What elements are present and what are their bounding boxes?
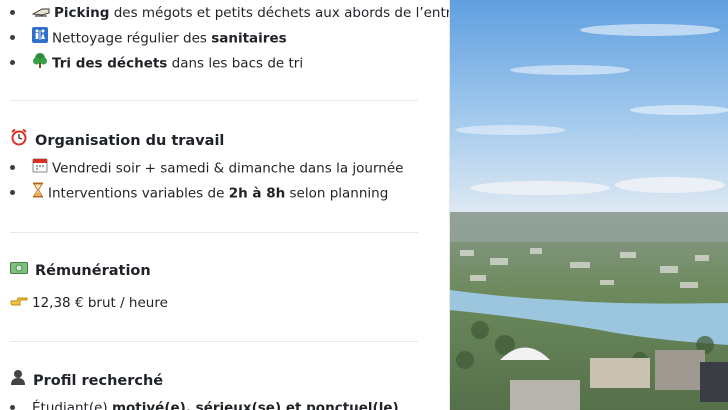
job-description-panel: Picking des mégots et petits déchets aux… <box>0 0 449 410</box>
interventions-hours: 2h à 8h <box>228 185 286 202</box>
section-heading: Organisation du travail <box>10 128 224 152</box>
profil-pre: Étudiant(e) <box>32 400 112 410</box>
bullet-dot <box>10 190 15 195</box>
bullet-dot <box>10 165 15 170</box>
bullet-dot <box>10 9 15 15</box>
bullet-dot <box>10 60 15 65</box>
sanitaires-label: sanitaires <box>211 30 287 47</box>
picking-text: des mégots et petits déchets aux abords … <box>109 5 449 21</box>
picking-label: Picking <box>54 5 110 21</box>
profil-title: Profil recherché <box>33 373 164 389</box>
list-item: Picking des mégots et petits déchets aux… <box>10 2 449 24</box>
schedule-text: Vendredi soir + samedi & dimanche dans l… <box>52 160 404 177</box>
city-aerial-image <box>450 0 728 410</box>
interventions-rest: selon planning <box>285 185 389 202</box>
list-item: Étudiant(e) motivé(e), sérieux(se) et po… <box>10 397 399 410</box>
interventions-pre: Interventions variables de <box>48 185 229 202</box>
section-heading: Profil recherché <box>10 369 163 393</box>
remuneration-title: Rémunération <box>35 263 151 279</box>
list-item: Vendredi soir + samedi & dimanche dans l… <box>10 157 403 179</box>
tri-text: dans les bacs de tri <box>167 55 304 72</box>
salary-value: 12,38 € brut / heure <box>32 295 168 311</box>
organisation-title: Organisation du travail <box>35 133 225 149</box>
tri-label: Tri des déchets <box>52 55 168 72</box>
pointing-hand-icon <box>10 292 28 314</box>
sanitaires-pre: Nettoyage régulier des <box>52 30 212 47</box>
section-heading: Rémunération <box>10 259 151 283</box>
bullet-dot <box>10 35 15 40</box>
divider <box>10 232 418 233</box>
hourglass-icon <box>32 182 44 205</box>
broom-icon <box>31 2 50 24</box>
alarm-clock-icon <box>10 128 28 154</box>
divider <box>10 100 418 101</box>
divider <box>10 341 418 342</box>
salary-line: 12,38 € brut / heure <box>10 292 168 314</box>
banknote-icon <box>10 259 28 283</box>
city-aerial-photo <box>449 0 728 410</box>
person-silhouette-icon <box>10 369 26 393</box>
recycle-tree-icon <box>32 52 48 75</box>
restroom-icon <box>32 27 48 50</box>
bullet-dot <box>10 404 15 410</box>
list-item: Interventions variables de 2h à 8h selon… <box>10 182 388 204</box>
list-item: Tri des déchets dans les bacs de tri <box>10 52 303 74</box>
list-item: Nettoyage régulier des sanitaires <box>10 27 287 49</box>
calendar-icon <box>32 157 48 180</box>
profil-qualities: motivé(e), sérieux(se) et ponctuel(le) <box>111 400 399 410</box>
